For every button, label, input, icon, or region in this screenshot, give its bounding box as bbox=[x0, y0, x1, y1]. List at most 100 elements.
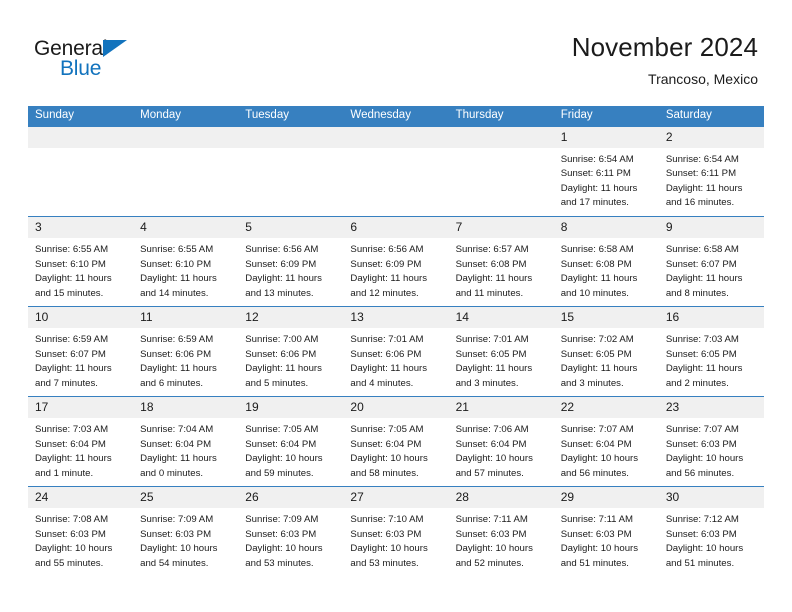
sunset-text: Sunset: 6:09 PM bbox=[350, 258, 422, 270]
calendar-day-cell[interactable]: 5 Sunrise: 6:56 AM Sunset: 6:09 PM Daylight… bbox=[238, 216, 344, 307]
daylight-text-line2: and 58 minutes. bbox=[350, 467, 419, 479]
calendar-day-cell-empty bbox=[133, 126, 239, 217]
calendar-day-cell[interactable]: 13 Sunrise: 7:01 AM Sunset: 6:06 PM Dayligh… bbox=[343, 306, 449, 397]
calendar-day-cell[interactable]: 28 Sunrise: 7:11 AM Sunset: 6:03 PM Dayligh… bbox=[448, 486, 554, 577]
calendar-day-cell[interactable]: 22 Sunrise: 7:07 AM Sunset: 6:04 PM Dayligh… bbox=[553, 396, 659, 487]
day-number: 30 bbox=[658, 487, 764, 508]
daylight-text-line2: and 3 minutes. bbox=[560, 377, 624, 389]
sunset-text: Sunset: 6:03 PM bbox=[665, 528, 737, 540]
sunrise-text: Sunrise: 7:12 AM bbox=[665, 514, 739, 525]
calendar-day-cell[interactable]: 30 Sunrise: 7:12 AM Sunset: 6:03 PM Dayligh… bbox=[658, 486, 764, 577]
calendar-day-cell[interactable]: 11 Sunrise: 6:59 AM Sunset: 6:06 PM Dayligh… bbox=[133, 306, 239, 397]
calendar-day-cell[interactable]: 27 Sunrise: 7:10 AM Sunset: 6:03 PM Dayligh… bbox=[343, 486, 449, 577]
day-number-placeholder bbox=[448, 126, 554, 148]
sunset-text: Sunset: 6:07 PM bbox=[35, 348, 106, 360]
calendar-day-cell[interactable]: 21 Sunrise: 7:06 AM Sunset: 6:04 PM Dayligh… bbox=[448, 396, 554, 487]
day-details: Sunrise: 7:01 AM Sunset: 6:05 PM Daylight:… bbox=[449, 328, 554, 391]
calendar-day-cell[interactable]: 2 Sunrise: 6:54 AM Sunset: 6:11 PM Daylight… bbox=[658, 126, 764, 217]
calendar-day-cell-empty bbox=[448, 126, 554, 217]
sunset-text: Sunset: 6:11 PM bbox=[560, 168, 631, 180]
sunset-text: Sunset: 6:04 PM bbox=[140, 438, 212, 450]
daylight-text-line2: and 1 minute. bbox=[35, 467, 94, 479]
calendar-body: 1 Sunrise: 6:54 AM Sunset: 6:11 PM Daylight… bbox=[28, 126, 764, 577]
daylight-text-line2: and 52 minutes. bbox=[455, 557, 524, 569]
calendar-week-row: 1 Sunrise: 6:54 AM Sunset: 6:11 PM Daylight… bbox=[28, 126, 764, 217]
sunrise-text: Sunrise: 6:54 AM bbox=[665, 153, 739, 165]
sunrise-text: Sunrise: 6:55 AM bbox=[140, 244, 214, 255]
triangle-icon bbox=[103, 40, 127, 57]
day-number: 26 bbox=[238, 487, 344, 508]
daylight-text-line1: Daylight: 10 hours bbox=[350, 453, 428, 465]
day-details: Sunrise: 7:09 AM Sunset: 6:03 PM Daylight:… bbox=[133, 508, 238, 571]
calendar-day-cell[interactable]: 8 Sunrise: 6:58 AM Sunset: 6:08 PM Daylight… bbox=[553, 216, 659, 307]
daylight-text-line1: Daylight: 11 hours bbox=[35, 363, 112, 375]
sunrise-text: Sunrise: 7:11 AM bbox=[560, 514, 634, 525]
daylight-text-line2: and 53 minutes. bbox=[350, 557, 419, 569]
day-number: 16 bbox=[658, 307, 764, 328]
day-number-placeholder bbox=[28, 126, 134, 148]
sunrise-text: Sunrise: 6:57 AM bbox=[455, 244, 529, 255]
sunrise-text: Sunrise: 7:02 AM bbox=[560, 334, 634, 345]
day-number: 14 bbox=[448, 307, 554, 328]
daylight-text-line2: and 3 minutes. bbox=[455, 377, 519, 389]
logo-text-general: General bbox=[34, 37, 108, 60]
sunset-text: Sunset: 6:04 PM bbox=[455, 438, 527, 450]
day-number: 7 bbox=[448, 217, 554, 238]
daylight-text-line2: and 51 minutes. bbox=[665, 557, 735, 569]
calendar-day-cell[interactable]: 15 Sunrise: 7:02 AM Sunset: 6:05 PM Dayligh… bbox=[553, 306, 659, 397]
daylight-text-line1: Daylight: 10 hours bbox=[140, 543, 218, 555]
sunset-text: Sunset: 6:03 PM bbox=[245, 528, 317, 540]
day-details: Sunrise: 7:06 AM Sunset: 6:04 PM Daylight:… bbox=[449, 418, 554, 481]
calendar-day-cell[interactable]: 10 Sunrise: 6:59 AM Sunset: 6:07 PM Dayligh… bbox=[28, 306, 134, 397]
page-title: November 2024 bbox=[571, 32, 758, 62]
calendar-day-cell[interactable]: 25 Sunrise: 7:09 AM Sunset: 6:03 PM Dayligh… bbox=[133, 486, 239, 577]
calendar-day-cell[interactable]: 17 Sunrise: 7:03 AM Sunset: 6:04 PM Dayligh… bbox=[28, 396, 134, 487]
daylight-text-line1: Daylight: 11 hours bbox=[350, 273, 428, 285]
sunset-text: Sunset: 6:03 PM bbox=[560, 528, 632, 540]
daylight-text-line2: and 6 minutes. bbox=[140, 377, 204, 389]
weekday-header-wednesday: Wednesday bbox=[343, 106, 449, 127]
calendar-week-row: 17 Sunrise: 7:03 AM Sunset: 6:04 PM Dayligh… bbox=[28, 396, 764, 487]
calendar-day-cell[interactable]: 12 Sunrise: 7:00 AM Sunset: 6:06 PM Dayligh… bbox=[238, 306, 344, 397]
calendar-day-cell[interactable]: 4 Sunrise: 6:55 AM Sunset: 6:10 PM Daylight… bbox=[133, 216, 239, 307]
daylight-text-line2: and 56 minutes. bbox=[665, 467, 735, 479]
sunrise-text: Sunrise: 7:07 AM bbox=[665, 424, 739, 435]
calendar-day-cell[interactable]: 23 Sunrise: 7:07 AM Sunset: 6:03 PM Dayligh… bbox=[658, 396, 764, 487]
general-blue-logo[interactable]: General Blue bbox=[34, 38, 144, 82]
day-details: Sunrise: 6:55 AM Sunset: 6:10 PM Daylight:… bbox=[133, 238, 238, 301]
day-details: Sunrise: 7:11 AM Sunset: 6:03 PM Daylight:… bbox=[554, 508, 659, 571]
calendar-day-cell[interactable]: 20 Sunrise: 7:05 AM Sunset: 6:04 PM Dayligh… bbox=[343, 396, 449, 487]
calendar-day-cell[interactable]: 26 Sunrise: 7:09 AM Sunset: 6:03 PM Dayligh… bbox=[238, 486, 344, 577]
day-number: 10 bbox=[28, 307, 134, 328]
day-number: 12 bbox=[238, 307, 344, 328]
sunrise-text: Sunrise: 7:09 AM bbox=[245, 514, 319, 525]
calendar-day-cell[interactable]: 1 Sunrise: 6:54 AM Sunset: 6:11 PM Daylight… bbox=[553, 126, 659, 217]
calendar-week-row: 24 Sunrise: 7:08 AM Sunset: 6:03 PM Dayligh… bbox=[28, 486, 764, 577]
daylight-text-line1: Daylight: 11 hours bbox=[140, 273, 217, 285]
calendar-day-cell[interactable]: 3 Sunrise: 6:55 AM Sunset: 6:10 PM Daylight… bbox=[28, 216, 134, 307]
day-number-placeholder bbox=[343, 126, 449, 148]
calendar-day-cell[interactable]: 14 Sunrise: 7:01 AM Sunset: 6:05 PM Dayligh… bbox=[448, 306, 554, 397]
calendar-day-cell[interactable]: 24 Sunrise: 7:08 AM Sunset: 6:03 PM Dayligh… bbox=[28, 486, 134, 577]
daylight-text-line2: and 55 minutes. bbox=[35, 557, 104, 569]
day-number: 24 bbox=[28, 487, 134, 508]
calendar-day-cell[interactable]: 9 Sunrise: 6:58 AM Sunset: 6:07 PM Daylight… bbox=[658, 216, 764, 307]
calendar-day-cell[interactable]: 19 Sunrise: 7:05 AM Sunset: 6:04 PM Dayligh… bbox=[238, 396, 344, 487]
sunset-text: Sunset: 6:04 PM bbox=[35, 438, 106, 450]
calendar-header-row: Sunday Monday Tuesday Wednesday Thursday Frid… bbox=[28, 106, 764, 127]
calendar-day-cell[interactable]: 7 Sunrise: 6:57 AM Sunset: 6:08 PM Daylight… bbox=[448, 216, 554, 307]
day-details: Sunrise: 7:05 AM Sunset: 6:04 PM Daylight:… bbox=[238, 418, 343, 481]
day-details: Sunrise: 7:05 AM Sunset: 6:04 PM Daylight:… bbox=[343, 418, 448, 481]
daylight-text-line1: Daylight: 11 hours bbox=[665, 182, 743, 194]
daylight-text-line1: Daylight: 11 hours bbox=[140, 363, 217, 375]
calendar-day-cell[interactable]: 6 Sunrise: 6:56 AM Sunset: 6:09 PM Daylight… bbox=[343, 216, 449, 307]
day-number: 3 bbox=[28, 217, 134, 238]
daylight-text-line2: and 0 minutes. bbox=[140, 467, 204, 479]
calendar-day-cell[interactable]: 18 Sunrise: 7:04 AM Sunset: 6:04 PM Dayligh… bbox=[133, 396, 239, 487]
sunrise-text: Sunrise: 7:00 AM bbox=[245, 334, 319, 345]
daylight-text-line1: Daylight: 11 hours bbox=[665, 363, 743, 375]
title-block: November 2024 Trancoso, Mexico bbox=[571, 32, 758, 88]
sunset-text: Sunset: 6:05 PM bbox=[560, 348, 632, 360]
calendar-day-cell[interactable]: 16 Sunrise: 7:03 AM Sunset: 6:05 PM Dayligh… bbox=[658, 306, 764, 397]
calendar-day-cell[interactable]: 29 Sunrise: 7:11 AM Sunset: 6:03 PM Dayligh… bbox=[553, 486, 659, 577]
